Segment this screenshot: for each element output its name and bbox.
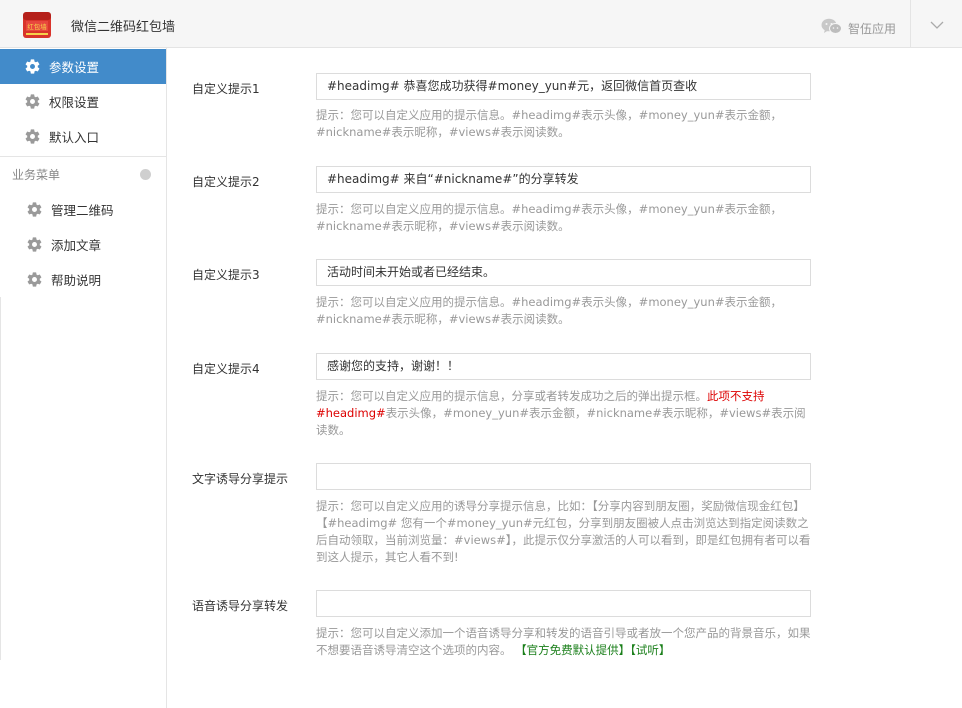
field-help: 提示：您可以自定义添加一个语音诱导分享和转发的语音引导或者放一个您产品的背景音乐… [316, 625, 811, 659]
field-help: 提示：您可以自定义应用的提示信息。#headimg#表示头像，#money_yu… [316, 202, 782, 233]
official-default-link[interactable]: 【官方免费默认提供】 [515, 643, 630, 657]
sidebar-item-label: 添加文章 [51, 238, 102, 253]
sidebar-item-params[interactable]: 参数设置 [0, 49, 166, 84]
sidebar-item-permissions[interactable]: 权限设置 [0, 84, 166, 119]
sidebar-item-label: 默认入口 [49, 130, 100, 145]
sidebar-item-help[interactable]: 帮助说明 [0, 262, 166, 297]
top-bar: 红包墙 微信二维码红包墙 智伍应用 [0, 0, 962, 48]
field-help: 提示：您可以自定义应用的提示信息，分享或者转发成功之后的弹出提示框。此项不支持#… [316, 388, 811, 439]
field-help: 提示：您可以自定义应用的提示信息。#headimg#表示头像，#money_yu… [316, 108, 782, 139]
field-help: 提示：您可以自定义应用的诱导分享提示信息，比如：【分享内容到朋友圈，奖励微信现金… [316, 499, 811, 564]
service-link[interactable]: 智伍应用 [821, 18, 896, 38]
sidebar-item-label: 权限设置 [49, 95, 100, 110]
gear-icon [24, 93, 41, 110]
app-title: 微信二维码红包墙 [71, 20, 176, 35]
sidebar-item-add-article[interactable]: 添加文章 [0, 227, 166, 262]
field-label: 语音诱导分享转发 [192, 599, 289, 613]
section-title: 业务菜单 [12, 168, 61, 182]
menu-toggle[interactable] [911, 0, 962, 47]
field-label: 自定义提示1 [192, 82, 260, 96]
help-text: 表示头像，#money_yun#表示金额，#nickname#表示昵称，#vie… [316, 406, 806, 437]
sidebar-item-label: 参数设置 [49, 60, 100, 75]
chevron-down-icon [930, 14, 944, 33]
app-logo: 红包墙 [23, 12, 51, 38]
field-label: 自定义提示4 [192, 362, 260, 376]
sidebar-item-label: 管理二维码 [51, 203, 114, 218]
field-label: 自定义提示2 [192, 175, 260, 189]
field-help: 提示：您可以自定义应用的提示信息。#headimg#表示头像，#money_yu… [316, 295, 782, 326]
voice-share-input[interactable] [316, 590, 811, 617]
field-label: 文字诱导分享提示 [192, 472, 289, 486]
help-text: 提示：您可以自定义应用的提示信息，分享或者转发成功之后的弹出提示框。 [316, 389, 707, 403]
custom-tip-3-input[interactable]: 活动时间未开始或者已经结束。 [316, 259, 811, 286]
gear-icon [24, 128, 41, 145]
sidebar-item-label: 帮助说明 [51, 273, 102, 288]
svg-text:红包墙: 红包墙 [27, 22, 47, 31]
gear-icon [26, 201, 43, 218]
custom-tip-2-input[interactable]: #headimg# 来自“#nickname#”的分享转发 [316, 166, 811, 193]
field-label: 自定义提示3 [192, 268, 260, 282]
collapse-dot-icon[interactable] [140, 169, 151, 180]
service-label: 智伍应用 [847, 21, 896, 36]
sidebar-section-business[interactable]: 业务菜单 [0, 157, 166, 192]
sidebar: 参数设置 权限设置 默认入口 业务菜单 管理二维码 添加文章 帮助说明 [0, 48, 167, 708]
sidebar-edge [0, 297, 1, 660]
gear-icon [26, 271, 43, 288]
gear-icon [26, 236, 43, 253]
wechat-icon [821, 18, 842, 38]
sidebar-item-manage-qrcode[interactable]: 管理二维码 [0, 192, 166, 227]
sidebar-item-default-entry[interactable]: 默认入口 [0, 119, 166, 154]
text-share-prompt-input[interactable] [316, 463, 811, 490]
gear-icon [24, 58, 41, 75]
settings-form: 自定义提示1 #headimg# 恭喜您成功获得#money_yun#元，返回微… [167, 48, 962, 708]
custom-tip-4-input[interactable]: 感谢您的支持，谢谢！！ [316, 353, 811, 380]
custom-tip-1-input[interactable]: #headimg# 恭喜您成功获得#money_yun#元，返回微信首页查收 [316, 73, 811, 100]
listen-link[interactable]: 【试听】 [630, 643, 670, 657]
